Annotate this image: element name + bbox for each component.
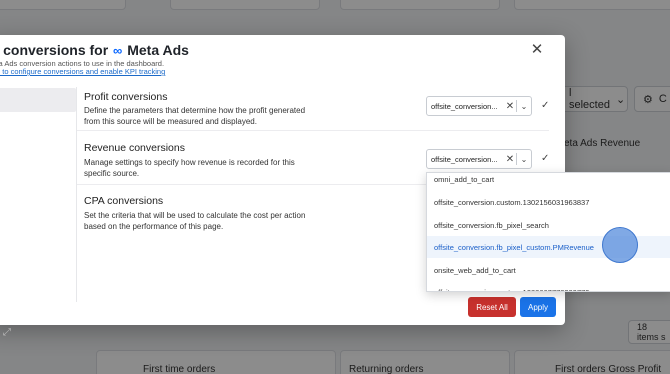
check-icon[interactable]: ✓ — [541, 153, 549, 164]
clear-icon[interactable]: ✕ — [504, 101, 516, 112]
clear-icon[interactable]: ✕ — [504, 154, 516, 165]
dropdown-option[interactable]: onsite_web_add_to_cart — [427, 259, 670, 281]
guide-link[interactable]: uide to configure conversions and enable… — [0, 67, 165, 76]
cpa-conversions-title: CPA conversions — [84, 195, 164, 207]
dropdown-option[interactable]: offsite_conversion.custom.13021560319638… — [427, 191, 670, 213]
meta-logo-icon: ∞ — [113, 43, 123, 58]
chevron-down-icon[interactable]: ⌄ — [517, 155, 531, 164]
profit-conversions-title: Profit conversions — [84, 91, 168, 103]
apply-button[interactable]: Apply — [520, 297, 556, 317]
chevron-down-icon[interactable]: ⌄ — [517, 102, 531, 111]
dropdown-option[interactable]: offsite_conversion.custom.12886677783897… — [427, 281, 670, 292]
reset-all-button[interactable]: Reset All — [468, 297, 516, 317]
revenue-conversions-select[interactable]: offsite_conversion... ✕ ⌄ — [426, 149, 532, 169]
check-icon[interactable]: ✓ — [541, 100, 549, 111]
sidebar-item-source[interactable] — [0, 88, 76, 112]
divider — [76, 87, 77, 302]
expand-icon[interactable]: ⤢ — [3, 327, 11, 338]
close-icon[interactable]: ✕ — [530, 42, 544, 57]
cursor-highlight — [602, 227, 638, 263]
profit-conversions-select[interactable]: offsite_conversion... ✕ ⌄ — [426, 96, 532, 116]
divider — [77, 130, 549, 131]
cpa-conversions-description: Set the criteria that will be used to ca… — [84, 211, 306, 231]
dropdown-option[interactable]: omni_add_to_cart — [427, 173, 670, 190]
revenue-conversions-title: Revenue conversions — [84, 142, 185, 154]
modal-title: re conversions for ∞ Meta Ads — [0, 42, 189, 58]
revenue-conversions-description: Manage settings to specify how revenue i… — [84, 158, 295, 178]
profit-conversions-description: Define the parameters that determine how… — [84, 106, 306, 126]
